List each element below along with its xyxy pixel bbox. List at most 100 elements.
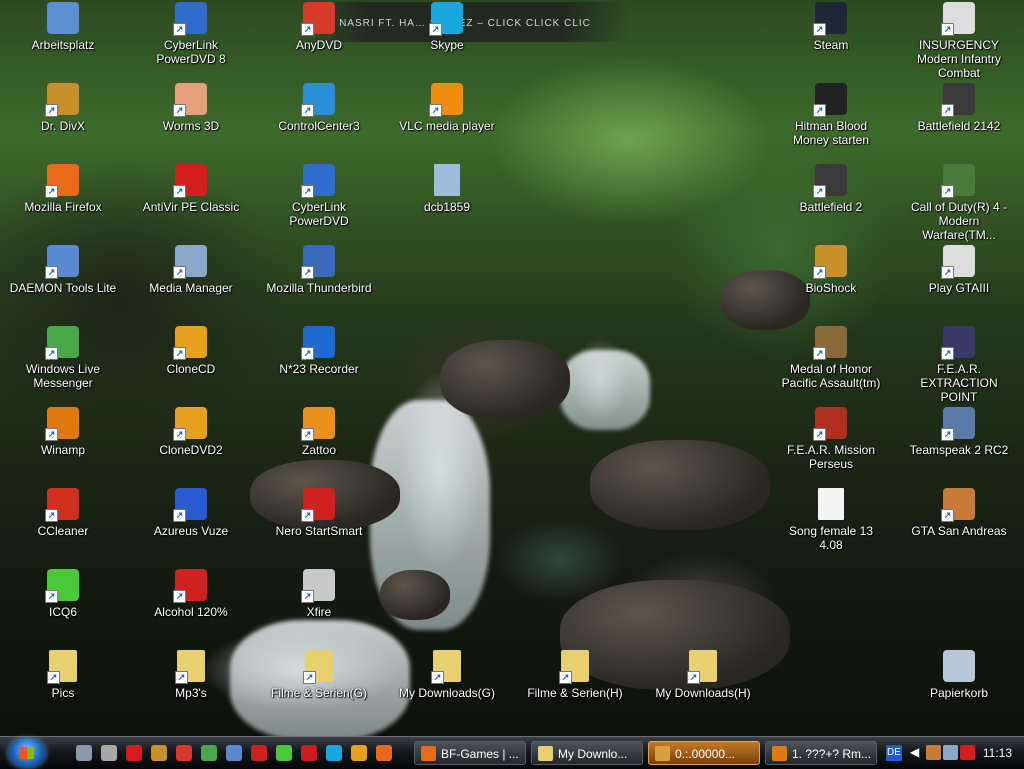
taskbar-button[interactable]: 1. ???+? Rm...: [765, 741, 877, 765]
desktop-icon-messenger[interactable]: ↗ Windows Live Messenger: [8, 326, 118, 390]
shortcut-arrow-icon: ↗: [301, 428, 314, 441]
ql-app-icon-1[interactable]: [76, 745, 92, 761]
desktop-icon-thunderbird[interactable]: ↗ Mozilla Thunderbird: [264, 245, 374, 295]
ql-firefox-icon[interactable]: [376, 745, 392, 761]
desktop-icon-alcohol[interactable]: ↗ Alcohol 120%: [136, 569, 246, 619]
taskbar-button[interactable]: BF-Games | ...: [414, 741, 526, 765]
shortcut-arrow-icon: ↗: [173, 509, 186, 522]
taskbar-button[interactable]: 0.:.00000...: [648, 741, 760, 765]
desktop-icon-vlc-cone[interactable]: ↗ VLC media player: [392, 83, 502, 133]
desktop-icon-powerdvd[interactable]: ↗ CyberLink PowerDVD 8: [136, 2, 246, 66]
ql-app-icon-5[interactable]: [351, 745, 367, 761]
desktop-icon-teamspeak[interactable]: ↗ Teamspeak 2 RC2: [904, 407, 1014, 457]
desktop-icon-folder[interactable]: ↗ My Downloads(G): [392, 650, 502, 700]
desktop-icon-image-file[interactable]: dcb1859: [392, 164, 502, 214]
moh-icon: ↗: [813, 326, 847, 360]
ql-anydvd-icon[interactable]: [176, 745, 192, 761]
desktop-icon-cod4[interactable]: ↗ Call of Duty(R) 4 - Modern Warfare(TM..…: [904, 164, 1014, 242]
language-indicator[interactable]: DE: [886, 745, 902, 761]
desktop-icon-azureus-frog[interactable]: ↗ Azureus Vuze: [136, 488, 246, 538]
desktop-icon-computer[interactable]: Arbeitsplatz: [8, 2, 118, 52]
clock[interactable]: 11:13: [983, 746, 1012, 760]
ql-antivir-icon[interactable]: [126, 745, 142, 761]
desktop-icon-fist[interactable]: ↗ INSURGENCY Modern Infantry Combat: [904, 2, 1014, 80]
ql-icq-icon[interactable]: [276, 745, 292, 761]
ql-app-icon-3[interactable]: [226, 745, 242, 761]
desktop-icon-folder[interactable]: ↗ Pics: [8, 650, 118, 700]
taskbar-button-label: BF-Games | ...: [441, 747, 519, 761]
shortcut-arrow-icon: ↗: [813, 428, 826, 441]
desktop-icon-recorder[interactable]: ↗ N*23 Recorder: [264, 326, 374, 376]
desktop-icon-skype[interactable]: ↗ Skype: [392, 2, 502, 52]
desktop-icon-label: Alcohol 120%: [154, 605, 228, 619]
desktop-icon-antivir[interactable]: ↗ AntiVir PE Classic: [136, 164, 246, 214]
clonecd-icon: ↗: [173, 326, 207, 360]
desktop-icon-hitman[interactable]: ↗ Hitman Blood Money starten: [776, 83, 886, 147]
desktop-icon-fear[interactable]: ↗ F.E.A.R. EXTRACTION POINT: [904, 326, 1014, 404]
tray-app-icon[interactable]: [926, 745, 941, 760]
desktop-icon-xfire[interactable]: ↗ Xfire: [264, 569, 374, 619]
show-hidden-icons-chevron-icon[interactable]: ◀: [910, 745, 919, 759]
folder-icon: ↗: [303, 650, 333, 684]
desktop-icon-label: GTA San Andreas: [911, 524, 1007, 538]
folder-icon: ↗: [687, 650, 717, 684]
ql-messenger-icon[interactable]: [201, 745, 217, 761]
desktop-icon-nero[interactable]: ↗ Nero StartSmart: [264, 488, 374, 538]
desktop-icon-bioshock[interactable]: ↗ BioShock: [776, 245, 886, 295]
desktop-icon-controlcenter[interactable]: ↗ ControlCenter3: [264, 83, 374, 133]
desktop-icon-steam[interactable]: ↗ Steam: [776, 2, 886, 52]
desktop-icon-worm[interactable]: ↗ Worms 3D: [136, 83, 246, 133]
desktop-icon-firefox[interactable]: ↗ Mozilla Firefox: [8, 164, 118, 214]
winamp-icon: [772, 746, 787, 761]
desktop-icon-divx[interactable]: ↗ Dr. DivX: [8, 83, 118, 133]
desktop-icon-label: Arbeitsplatz: [31, 38, 95, 52]
shortcut-arrow-icon: ↗: [687, 671, 700, 684]
desktop-icon-clonedvd[interactable]: ↗ CloneDVD2: [136, 407, 246, 457]
desktop-icon-recycle-bin[interactable]: Papierkorb: [904, 650, 1014, 700]
desktop-icon-folder[interactable]: ↗ My Downloads(H): [648, 650, 758, 700]
desktop-icon-label: Skype: [430, 38, 464, 52]
taskbar-button-label: 0.:.00000...: [675, 747, 736, 761]
ql-skype-icon[interactable]: [326, 745, 342, 761]
desktop-icon-blank-file[interactable]: Song female 13 4.08: [776, 488, 886, 552]
desktop-icon-icq-flower[interactable]: ↗ ICQ6: [8, 569, 118, 619]
taskbar-button[interactable]: My Downlo...: [531, 741, 643, 765]
desktop-icon-ccleaner[interactable]: ↗ CCleaner: [8, 488, 118, 538]
desktop-icon-label: BioShock: [805, 281, 857, 295]
desktop-icon-label: Mozilla Firefox: [24, 200, 102, 214]
shortcut-arrow-icon: ↗: [45, 347, 58, 360]
desktop-icon-folder[interactable]: ↗ Filme & Serien(H): [520, 650, 630, 700]
shortcut-arrow-icon: ↗: [173, 428, 186, 441]
ql-app-icon-2[interactable]: [101, 745, 117, 761]
desktop-icon-winamp[interactable]: ↗ Winamp: [8, 407, 118, 457]
desktop-icon-label: N*23 Recorder: [279, 362, 359, 376]
desktop-icon-label: F.E.A.R. Mission Perseus: [786, 443, 876, 471]
desktop-icon-gta-sa[interactable]: ↗ GTA San Andreas: [904, 488, 1014, 538]
desktop-icon-clonecd[interactable]: ↗ CloneCD: [136, 326, 246, 376]
ql-app-icon-4[interactable]: [301, 745, 317, 761]
desktop-icon-folder[interactable]: ↗ Mp3's: [136, 650, 246, 700]
desktop-icon-bf2[interactable]: ↗ Battlefield 2: [776, 164, 886, 214]
fear-perseus-icon: ↗: [813, 407, 847, 441]
folder-icon: [538, 746, 553, 761]
start-button[interactable]: [8, 738, 46, 768]
tray-recorder-icon[interactable]: [943, 745, 958, 760]
desktop-icon-powerdvd[interactable]: ↗ CyberLink PowerDVD: [264, 164, 374, 228]
wallpaper-rock: [380, 570, 450, 620]
desktop-icon-label: Nero StartSmart: [275, 524, 363, 538]
desktop-icon-folder[interactable]: ↗ Filme & Serien(G): [264, 650, 374, 700]
shortcut-arrow-icon: ↗: [173, 590, 186, 603]
ql-divx-icon[interactable]: [151, 745, 167, 761]
desktop-icon-moh[interactable]: ↗ Medal of Honor Pacific Assault(tm): [776, 326, 886, 390]
desktop-icon-fox[interactable]: ↗ AnyDVD: [264, 2, 374, 52]
desktop-icon-zattoo[interactable]: ↗ Zattoo: [264, 407, 374, 457]
desktop-icon-bf2142[interactable]: ↗ Battlefield 2142: [904, 83, 1014, 133]
controlcenter-icon: ↗: [301, 83, 335, 117]
desktop-icon-gta3[interactable]: ↗ Play GTAIII: [904, 245, 1014, 295]
tray-antivir-icon[interactable]: [960, 745, 975, 760]
desktop-icon-media-manager[interactable]: ↗ Media Manager: [136, 245, 246, 295]
ql-nero-icon[interactable]: [251, 745, 267, 761]
folder-icon: ↗: [47, 650, 77, 684]
desktop-icon-daemon[interactable]: ↗ DAEMON Tools Lite: [8, 245, 118, 295]
desktop-icon-fear-perseus[interactable]: ↗ F.E.A.R. Mission Perseus: [776, 407, 886, 471]
